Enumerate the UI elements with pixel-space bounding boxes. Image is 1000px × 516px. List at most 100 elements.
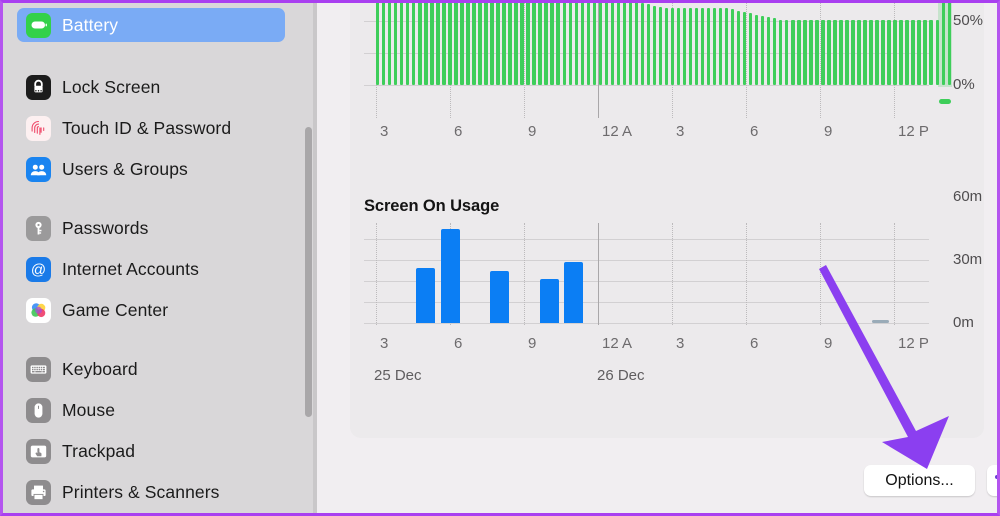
battery-bar [490, 3, 494, 85]
battery-bar [917, 19, 921, 85]
sidebar-item-label: Printers & Scanners [62, 481, 220, 502]
touch-id-icon [26, 115, 51, 141]
battery-bar [923, 19, 927, 85]
battery-bar [460, 3, 464, 85]
x-tick-label: 3 [676, 123, 685, 140]
battery-icon [26, 12, 51, 38]
x-tick-label: 9 [528, 335, 537, 352]
battery-bar [839, 19, 843, 85]
trackpad-icon [26, 438, 51, 464]
sidebar-item-lock-screen[interactable]: Lock Screen [17, 70, 285, 104]
battery-bar [484, 3, 488, 85]
passwords-icon [26, 215, 51, 241]
sidebar-item-label: Trackpad [62, 440, 136, 461]
x-tick-label: 3 [380, 335, 389, 352]
gridline-vertical [524, 3, 525, 118]
battery-bar [382, 3, 386, 85]
battery-bar [568, 3, 572, 85]
battery-bar [406, 3, 410, 85]
battery-bar [863, 19, 867, 85]
gridline-vertical [820, 223, 821, 325]
battery-bar [598, 3, 602, 85]
screen-on-usage-chart [364, 223, 929, 351]
battery-bar [809, 19, 813, 85]
battery-bar [670, 8, 675, 85]
battery-bar [442, 3, 446, 85]
x-tick-label: 12 A [602, 335, 633, 352]
sidebar-item-internet-accounts[interactable]: @ Internet Accounts [17, 252, 285, 286]
screen-plot-area [364, 223, 929, 351]
gridline-vertical [598, 223, 599, 325]
battery-bar [712, 8, 717, 85]
gridline-horizontal [364, 85, 929, 86]
battery-bar [935, 19, 939, 85]
gridline-vertical [746, 3, 747, 118]
sidebar[interactable]: Battery Lock Screen Touch ID & Password Use… [3, 3, 317, 513]
sidebar-item-trackpad[interactable]: Trackpad [17, 434, 285, 468]
battery-bar [797, 19, 801, 85]
x-tick-label: 9 [824, 335, 833, 352]
gridline-vertical [894, 223, 895, 325]
sidebar-item-label: Internet Accounts [62, 258, 199, 279]
sidebar-item-mouse[interactable]: Mouse [17, 393, 285, 427]
battery-bar [640, 3, 645, 85]
gridline-vertical [672, 223, 673, 325]
sidebar-item-users-groups[interactable]: Users & Groups [17, 152, 285, 186]
battery-bar [821, 19, 825, 85]
battery-bar [394, 3, 398, 85]
mouse-icon [26, 397, 51, 423]
secondary-button-dot-icon [995, 475, 997, 479]
battery-bar [718, 8, 723, 85]
battery-usage-card: 3 6 9 12 A 3 6 9 12 P 50% 0% Screen On Usage 3 6 9… [350, 3, 984, 438]
battery-bar [376, 3, 380, 85]
sidebar-scrollbar[interactable] [305, 127, 312, 417]
battery-bar [785, 19, 789, 85]
battery-bar [730, 9, 735, 85]
battery-bar [742, 12, 747, 85]
battery-bar [851, 19, 855, 85]
sidebar-item-printers-scanners[interactable]: Printers & Scanners [17, 475, 285, 509]
battery-bar [454, 3, 458, 85]
screen-usage-bar [416, 268, 436, 323]
battery-bar [508, 3, 512, 85]
options-button[interactable]: Options... [864, 465, 975, 496]
battery-bar [646, 4, 651, 85]
sidebar-item-passwords[interactable]: Passwords [17, 211, 285, 245]
selection-indicator [938, 99, 951, 104]
sidebar-item-game-center[interactable]: Game Center [17, 293, 285, 327]
battery-bar [532, 3, 536, 85]
battery-bar [526, 3, 530, 85]
battery-bar [749, 13, 753, 85]
battery-bar [706, 8, 711, 85]
settings-window: Battery Lock Screen Touch ID & Password Use… [0, 0, 1000, 516]
day-label: 25 Dec [374, 367, 422, 384]
game-center-icon [26, 297, 51, 323]
battery-bar [688, 8, 693, 85]
battery-bar [899, 19, 903, 85]
x-tick-label: 9 [528, 123, 537, 140]
secondary-button-partial[interactable] [987, 465, 997, 496]
content-pane: 3 6 9 12 A 3 6 9 12 P 50% 0% Screen On Usage 3 6 9… [317, 3, 997, 513]
battery-bar [911, 19, 915, 85]
x-tick-label: 3 [676, 335, 685, 352]
sidebar-item-battery[interactable]: Battery [17, 8, 285, 42]
battery-bar [628, 3, 633, 85]
battery-bar [881, 19, 885, 85]
screen-on-usage-title: Screen On Usage [364, 197, 500, 215]
battery-bar [941, 3, 945, 85]
battery-bar [658, 6, 663, 85]
sidebar-item-keyboard[interactable]: Keyboard [17, 352, 285, 386]
battery-bar [803, 19, 807, 85]
battery-bar [779, 19, 783, 85]
battery-bar [676, 8, 681, 85]
svg-text:@: @ [31, 261, 46, 278]
sidebar-item-touch-id-password[interactable]: Touch ID & Password [17, 111, 285, 145]
internet-accounts-icon: @ [26, 256, 51, 282]
battery-bar [634, 3, 639, 85]
gridline-vertical [524, 223, 525, 325]
battery-bar [827, 19, 831, 85]
sidebar-item-label: Mouse [62, 399, 116, 420]
battery-bar [520, 3, 524, 85]
battery-bar [472, 3, 476, 85]
sidebar-item-label: Passwords [62, 217, 149, 238]
